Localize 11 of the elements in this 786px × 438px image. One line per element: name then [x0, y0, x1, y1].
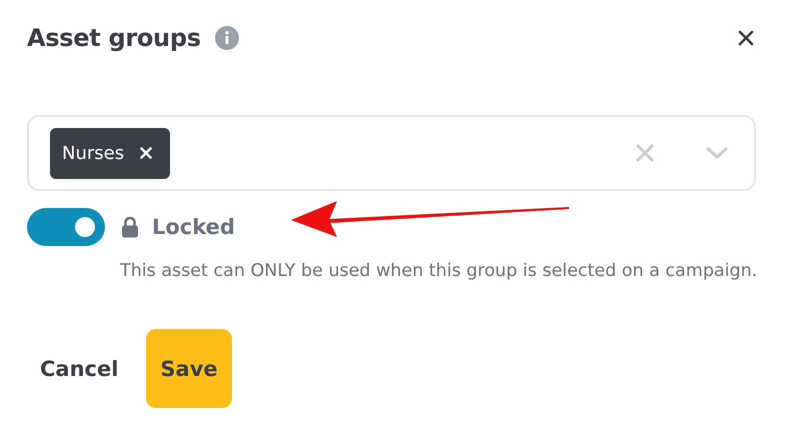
toggle-label: Locked	[152, 215, 235, 239]
description-text: This asset can ONLY be used when this group is selected on a campaign.	[120, 260, 758, 283]
dialog-title: Asset groups	[27, 24, 201, 52]
save-button[interactable]: Save	[146, 329, 232, 408]
cancel-button[interactable]: Cancel	[27, 356, 118, 380]
remove-tag-icon[interactable]	[140, 147, 152, 159]
info-icon[interactable]	[214, 26, 239, 50]
lock-toggle[interactable]	[27, 208, 105, 246]
select-field[interactable]: Nurses	[27, 115, 756, 191]
padlock-icon	[121, 216, 139, 238]
tag-label: Nurses	[62, 142, 124, 164]
